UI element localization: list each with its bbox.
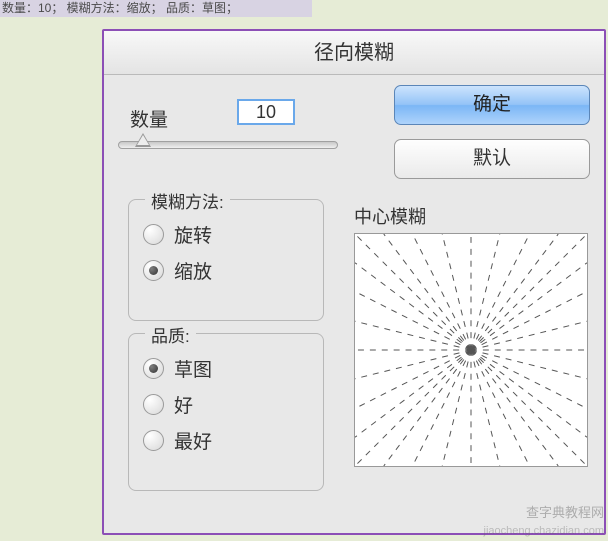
slider-thumb-icon[interactable] — [135, 133, 151, 147]
default-button[interactable]: 默认 — [394, 139, 590, 179]
watermark-url: jiaocheng.chazidian.com — [484, 525, 604, 537]
radio-icon — [143, 260, 164, 281]
watermark-text: 查字典教程网 — [526, 502, 604, 521]
amount-label: 数量 — [130, 110, 168, 131]
radio-spin[interactable]: 旋转 — [143, 216, 309, 252]
amount-input[interactable] — [237, 99, 295, 125]
radio-icon — [143, 394, 164, 415]
radio-label: 草图 — [174, 355, 212, 382]
amount-slider[interactable] — [118, 141, 338, 149]
radio-draft[interactable]: 草图 — [143, 350, 309, 386]
radio-icon — [143, 358, 164, 379]
radio-label: 最好 — [174, 427, 212, 454]
blur-method-legend: 模糊方法: — [145, 188, 230, 213]
radio-label: 旋转 — [174, 221, 212, 248]
radial-blur-dialog: 径向模糊 数量 确定 默认 模糊方法: 旋转 缩放 品质: — [102, 29, 606, 535]
radio-label: 缩放 — [174, 257, 212, 284]
radio-good[interactable]: 好 — [143, 386, 309, 422]
zoom-preview-icon — [355, 234, 587, 466]
quality-group: 品质: 草图 好 最好 — [128, 333, 324, 491]
blur-method-group: 模糊方法: 旋转 缩放 — [128, 199, 324, 321]
blur-center-preview[interactable] — [354, 233, 588, 467]
dialog-title: 径向模糊 — [104, 31, 604, 75]
radio-zoom[interactable]: 缩放 — [143, 252, 309, 288]
radio-label: 好 — [174, 391, 193, 418]
ok-button[interactable]: 确定 — [394, 85, 590, 125]
quality-legend: 品质: — [145, 322, 196, 347]
center-blur-label: 中心模糊 — [354, 203, 426, 229]
radio-best[interactable]: 最好 — [143, 422, 309, 458]
radio-icon — [143, 224, 164, 245]
radio-icon — [143, 430, 164, 451]
radio-dot-icon — [149, 364, 158, 373]
radio-dot-icon — [149, 266, 158, 275]
dialog-content: 数量 确定 默认 模糊方法: 旋转 缩放 品质: 草图 — [104, 75, 604, 111]
settings-summary-strip: 数量：10； 模糊方法：缩放； 品质：草图； — [0, 0, 312, 17]
amount-row: 数量 — [130, 105, 342, 132]
